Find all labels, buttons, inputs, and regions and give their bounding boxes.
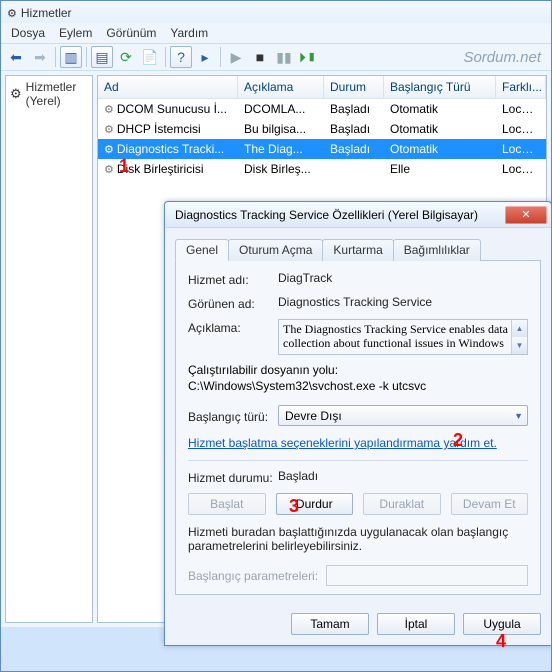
col-description[interactable]: Açıklama <box>238 76 324 98</box>
toolbar: ⬅ ➡ ▥ ▤ ⟳ 📄 ? ▸ ▶ ■ ▮▮ ⏵▮ Sordum.net <box>1 43 551 71</box>
dialog-tabs: Genel Oturum Açma Kurtarma Bağımlılıklar <box>175 238 541 261</box>
show-hide-tree-icon[interactable]: ▥ <box>60 46 82 68</box>
stop-icon[interactable]: ■ <box>249 46 271 68</box>
chevron-down-icon: ▼ <box>514 411 523 421</box>
back-icon[interactable]: ⬅ <box>5 46 27 68</box>
value-service-status: Başladı <box>278 469 528 483</box>
forward-icon[interactable]: ➡ <box>29 46 51 68</box>
label-startup-type: Başlangıç türü: <box>188 408 278 424</box>
tree-pane: ⚙ Hizmetler (Yerel) <box>5 75 93 623</box>
col-logon[interactable]: Farklı... <box>496 76 546 98</box>
value-display-name: Diagnostics Tracking Service <box>278 295 528 309</box>
label-service-name: Hizmet adı: <box>188 271 278 287</box>
desc-up-icon[interactable]: ▲ <box>511 320 527 337</box>
menu-file[interactable]: Dosya <box>11 26 45 40</box>
desc-down-icon[interactable]: ▼ <box>511 337 527 354</box>
pause-button: Duraklat <box>363 493 441 515</box>
gear-icon: ⚙ <box>104 123 114 136</box>
value-exe-path: C:\Windows\System32\svchost.exe -k utcsv… <box>188 379 528 393</box>
titlebar: ⚙ Hizmetler <box>1 1 551 23</box>
tree-root[interactable]: ⚙ Hizmetler (Yerel) <box>10 80 88 108</box>
start-params-input <box>326 565 528 586</box>
start-button: Başlat <box>188 493 266 515</box>
tab-dependencies[interactable]: Bağımlılıklar <box>393 239 481 261</box>
cancel-button[interactable]: İptal <box>377 613 455 635</box>
restart-icon[interactable]: ⏵▮ <box>297 46 319 68</box>
properties-dialog: Diagnostics Tracking Service Özellikleri… <box>164 201 552 646</box>
value-service-name: DiagTrack <box>278 271 528 285</box>
startup-type-value: Devre Dışı <box>285 409 342 423</box>
refresh-icon[interactable]: ⟳ <box>115 46 137 68</box>
table-row[interactable]: ⚙DHCP İstemcisi Bu bilgisa... Başladı Ot… <box>98 119 546 139</box>
tree-root-label: Hizmetler (Yerel) <box>26 80 88 108</box>
watermark: Sordum.net <box>463 49 541 66</box>
pause-icon[interactable]: ▮▮ <box>273 46 295 68</box>
ok-button[interactable]: Tamam <box>291 613 369 635</box>
tab-recovery[interactable]: Kurtarma <box>322 239 393 261</box>
properties-icon[interactable]: ▤ <box>91 46 113 68</box>
help-configure-link[interactable]: Hizmet başlatma seçeneklerini yapılandır… <box>188 434 528 452</box>
gear-icon: ⚙ <box>104 163 114 176</box>
services-icon: ⚙ <box>7 7 17 20</box>
table-row[interactable]: ⚙Disk Birleştiricisi Disk Birleş... Elle… <box>98 159 546 179</box>
label-description: Açıklama: <box>188 319 278 335</box>
col-status[interactable]: Durum <box>324 76 384 98</box>
menu-view[interactable]: Görünüm <box>106 26 156 40</box>
gear-icon: ⚙ <box>104 103 114 116</box>
table-row[interactable]: ⚙DCOM Sunucusu İ... DCOMLA... Başladı Ot… <box>98 99 546 119</box>
export-list-icon[interactable]: 📄 <box>139 46 161 68</box>
label-display-name: Görünen ad: <box>188 295 278 311</box>
apply-button[interactable]: Uygula <box>463 613 541 635</box>
tab-general[interactable]: Genel <box>175 239 229 261</box>
description-box: The Diagnostics Tracking Service enables… <box>278 319 528 355</box>
action-icon[interactable]: ▸ <box>194 46 216 68</box>
startup-type-combo[interactable]: Devre Dışı ▼ <box>278 405 528 426</box>
menu-action[interactable]: Eylem <box>59 26 92 40</box>
stop-button[interactable]: Durdur <box>276 493 354 515</box>
close-button[interactable]: ✕ <box>505 206 547 224</box>
menu-help[interactable]: Yardım <box>170 26 208 40</box>
play-icon[interactable]: ▶ <box>225 46 247 68</box>
gear-icon: ⚙ <box>10 86 22 102</box>
col-name[interactable]: Ad <box>98 76 238 98</box>
col-startup[interactable]: Başlangıç Türü <box>384 76 496 98</box>
label-exe-path: Çalıştırılabilir dosyanın yolu: <box>188 363 528 377</box>
label-start-params: Başlangıç parametreleri: <box>188 569 318 583</box>
note-text: Hizmeti buradan başlattığınızda uygulana… <box>188 525 528 553</box>
menubar: Dosya Eylem Görünüm Yardım <box>1 23 551 43</box>
window-title: Hizmetler <box>21 6 72 20</box>
grid-header: Ad Açıklama Durum Başlangıç Türü Farklı.… <box>98 76 546 99</box>
label-service-status: Hizmet durumu: <box>188 469 278 485</box>
tab-logon[interactable]: Oturum Açma <box>228 239 323 261</box>
help-icon[interactable]: ? <box>170 46 192 68</box>
gear-icon: ⚙ <box>104 143 114 156</box>
table-row-selected[interactable]: ⚙Diagnostics Tracki... The Diag... Başla… <box>98 139 546 159</box>
dialog-title: Diagnostics Tracking Service Özellikleri… <box>175 208 478 222</box>
resume-button: Devam Et <box>451 493 529 515</box>
